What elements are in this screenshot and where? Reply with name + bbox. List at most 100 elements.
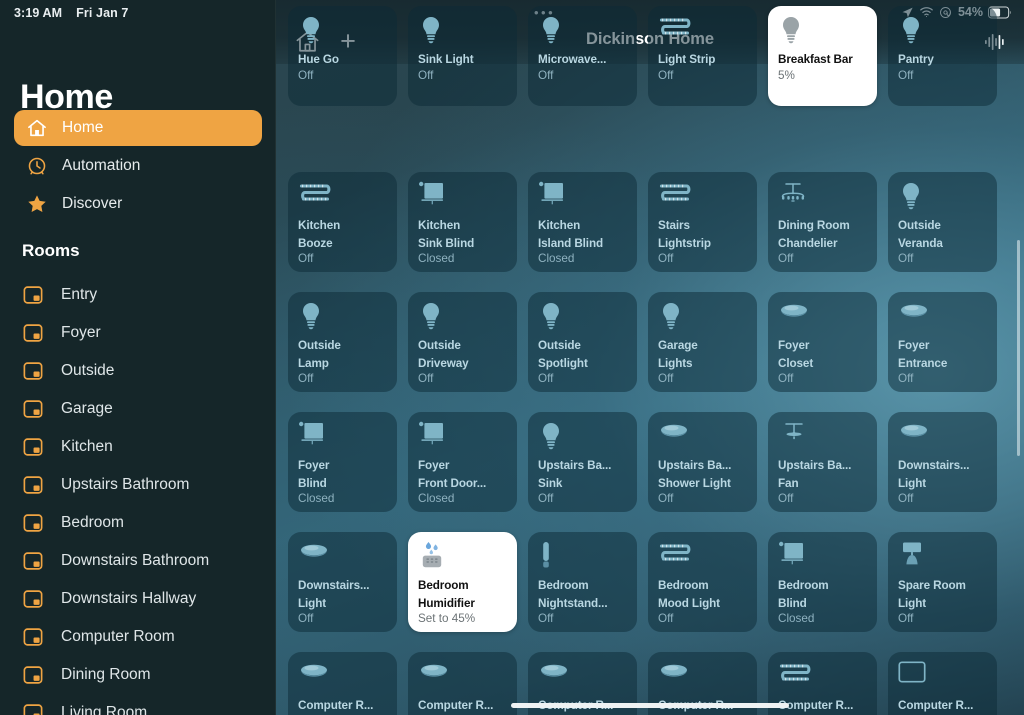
accessory-tile[interactable]: Kitchen Island Blind Closed [528,172,637,272]
sidebar: 3:19 AM Fri Jan 7 Home Home Automation D… [0,0,276,715]
room-icon [22,550,44,572]
accessory-tile[interactable]: Hue Go Off [288,6,397,106]
accessory-name-line2: Island Blind [538,236,604,250]
sidebar-room-item[interactable]: Foyer [22,314,272,352]
accessory-state: Set to 45% [418,612,476,626]
accessory-name: Bedroom [658,579,709,592]
sidebar-room-item[interactable]: Downstairs Bathroom [22,542,272,580]
accessory-tile[interactable]: Outside Lamp Off [288,292,397,392]
accessory-name-line2: Blind [298,476,327,490]
accessory-tile[interactable]: Foyer Blind Closed [288,412,397,512]
sidebar-item-discover[interactable]: Discover [14,186,262,222]
accessory-tile[interactable]: Upstairs Ba... Sink Off [528,412,637,512]
accessory-row: Foyer Blind Closed Foyer Front Door... Closed… [288,412,1012,532]
rooms-section-header: Rooms [22,241,80,260]
home-indicator[interactable] [511,703,789,708]
sidebar-room-label: Outside [61,362,115,379]
accessory-tile[interactable]: Spare Room Light Off [888,532,997,632]
accessory-tile[interactable]: Pantry Off [888,6,997,106]
accessory-name: Upstairs Ba... [778,459,852,472]
bulb-icon [298,15,388,49]
sidebar-item-home[interactable]: Home [14,110,262,146]
accessory-tile[interactable]: Breakfast Bar 5% [768,6,877,106]
accessory-row: Hue Go Off Sink Light Off Microwave... Off Lig… [288,6,1012,126]
accessory-tile[interactable]: Foyer Entrance Off [888,292,997,392]
accessory-tile[interactable]: Downstairs... Light Off [888,412,997,512]
accessory-tile[interactable]: Bedroom Blind Closed [768,532,877,632]
accessory-tile[interactable]: Kitchen Sink Blind Closed [408,172,517,272]
accessory-state: Closed [418,252,455,266]
accessory-state: Off [538,492,554,506]
accessory-grid: Hue Go Off Sink Light Off Microwave... Off Lig… [288,6,1012,715]
accessory-name: Computer R... [418,699,494,712]
lightstrip-icon [298,181,388,215]
accessory-tile[interactable]: Kitchen Booze Off [288,172,397,272]
sidebar-nav-list: Home Automation Discover [14,110,262,224]
sidebar-room-item[interactable]: Dining Room [22,656,272,694]
sidebar-room-item[interactable]: Living Room [22,694,272,715]
accessory-state: 5% [778,68,795,82]
accessory-row: Kitchen Booze Off Kitchen Sink Blind Closed Ki… [288,172,1012,292]
accessory-tile[interactable]: Outside Spotlight Off [528,292,637,392]
accessory-tile[interactable]: Upstairs Ba... Fan Off [768,412,877,512]
room-icon [22,322,44,344]
accessory-tile[interactable]: Sink Light Off [408,6,517,106]
sidebar-room-item[interactable]: Kitchen [22,428,272,466]
sidebar-item-discover-label: Discover [62,195,123,212]
accessory-tile[interactable]: Bedroom Nightstand... Off [528,532,637,632]
accessory-name-line2: Closet [778,356,814,370]
accessory-tile[interactable]: Downstairs... Light Off [288,532,397,632]
sidebar-room-label: Foyer [61,324,101,341]
accessory-tile[interactable]: Dining Room Chandelier Off [768,172,877,272]
accessory-name-line2: Nightstand... [538,596,608,610]
accessory-tile[interactable]: Outside Veranda Off [888,172,997,272]
accessory-name: Breakfast Bar [778,53,853,66]
accessory-name: Outside [898,219,941,232]
accessory-tile[interactable]: Computer R...DoorOff [288,652,397,715]
accessory-tile[interactable]: Computer R...Light PanelsOff [888,652,997,715]
bulb-icon [538,15,628,49]
accessory-tile[interactable]: Outside Driveway Off [408,292,517,392]
sidebar-room-item[interactable]: Outside [22,352,272,390]
accessory-tile[interactable]: Foyer Closet Off [768,292,877,392]
sidebar-room-item[interactable]: Bedroom [22,504,272,542]
status-time: 3:19 AM [14,6,63,20]
accessory-tile[interactable]: Light Strip Off [648,6,757,106]
accessory-name: Dining Room [778,219,850,232]
accessory-state: Off [298,372,314,386]
sidebar-room-item[interactable]: Upstairs Bathroom [22,466,272,504]
accessory-name-line2: Sink Blind [418,236,475,250]
fan-icon [778,421,868,455]
lightstrip-icon [658,181,748,215]
accessory-tile[interactable]: Upstairs Ba... Shower Light Off [648,412,757,512]
accessory-tile[interactable]: Stairs Lightstrip Off [648,172,757,272]
room-icon [22,474,44,496]
clock-icon [26,155,48,177]
sidebar-room-item[interactable]: Downstairs Hallway [22,580,272,618]
room-icon [22,588,44,610]
vertical-scrollbar[interactable] [1017,240,1020,456]
sidebar-room-item[interactable]: Computer Room [22,618,272,656]
accessory-tile[interactable]: Bedroom Humidifier Set to 45% [408,532,517,632]
sidebar-room-label: Upstairs Bathroom [61,476,190,493]
accessory-state: Off [898,372,914,386]
accessory-tile[interactable]: Garage Lights Off [648,292,757,392]
accessory-tile[interactable]: Computer R...CounterOff [408,652,517,715]
accessory-name: Foyer [418,459,450,472]
sidebar-room-item[interactable]: Garage [22,390,272,428]
light-panel-icon [898,661,988,695]
room-icon [22,284,44,306]
accessory-name-line2: Humidifier [418,596,475,610]
accessory-tile[interactable]: Bedroom Mood Light Off [648,532,757,632]
accessory-tile[interactable]: Foyer Front Door... Closed [408,412,517,512]
accessory-name-line2: Fan [778,476,799,490]
room-icon [22,664,44,686]
accessory-tile[interactable]: Microwave... Off [528,6,637,106]
room-icon [22,360,44,382]
ceiling-light-icon [538,661,628,695]
blind-icon [538,181,628,215]
accessory-state: Closed [298,492,335,506]
sidebar-item-automation[interactable]: Automation [14,148,262,184]
sidebar-room-item[interactable]: Entry [22,276,272,314]
wall-lamp-icon [898,541,988,575]
